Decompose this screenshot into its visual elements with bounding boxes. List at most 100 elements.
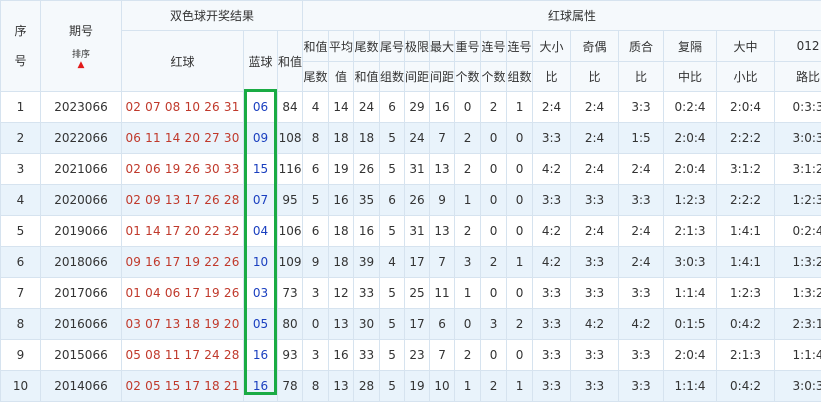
period-cell: 2020066 — [40, 184, 122, 216]
table-row: 8 2016066 03 07 13 18 19 20 05 80 0 13 30 5 17 6 0 3… — [0, 308, 821, 340]
attr-cell-5: 10 — [429, 370, 456, 402]
attr-cell-13: 1:4:1 — [716, 246, 776, 278]
attr-cell-0: 6 — [302, 153, 330, 185]
table-row: 9 2015066 05 08 11 17 24 28 16 93 3 16 33 5 23 7 2 0… — [0, 339, 821, 371]
attr-cell-1: 18 — [328, 215, 355, 247]
attr-header-5-line2: 间距 — [429, 61, 456, 92]
red-balls-cell: 02 06 19 26 30 33 — [121, 153, 244, 185]
attr-cell-5: 7 — [429, 122, 456, 154]
attr-cell-10: 3:3 — [570, 277, 620, 309]
table-row: 10 2014066 02 05 15 17 18 21 16 78 8 13 28 5 19 10… — [0, 370, 821, 402]
blue-ball-cell: 03 — [243, 277, 278, 309]
attr-cell-12: 0:2:4 — [663, 91, 718, 123]
attr-cell-6: 1 — [454, 184, 482, 216]
attr-cell-8: 1 — [506, 91, 534, 123]
attr-cell-4: 31 — [404, 215, 431, 247]
attr-cell-3: 5 — [379, 122, 406, 154]
attr-cell-2: 18 — [353, 122, 381, 154]
attr-header-3-line1: 尾号 — [379, 30, 406, 62]
attr-cell-12: 3:0:3 — [663, 246, 718, 278]
attr-cell-7: 3 — [480, 308, 508, 340]
attr-header-11-line1: 质合 — [618, 30, 665, 62]
sum-cell: 116 — [276, 153, 304, 185]
seq-cell: 2 — [0, 122, 41, 154]
attr-cell-7: 0 — [480, 339, 508, 371]
attr-cell-12: 2:0:4 — [663, 122, 718, 154]
attr-cell-7: 2 — [480, 246, 508, 278]
attr-header-13-line2: 小比 — [716, 61, 776, 92]
attr-cell-1: 12 — [328, 277, 355, 309]
attr-cell-11: 4:2 — [618, 308, 665, 340]
attr-cell-13: 1:4:1 — [716, 215, 776, 247]
attr-cell-6: 2 — [454, 122, 482, 154]
attr-cell-11: 2:4 — [618, 215, 665, 247]
attr-cell-2: 24 — [353, 91, 381, 123]
attr-cell-13: 0:4:2 — [716, 370, 776, 402]
blue-ball-cell: 16 — [243, 370, 278, 402]
attr-header-14-line2: 路比 — [774, 61, 821, 92]
attr-cell-13: 2:2:2 — [716, 184, 776, 216]
attr-cell-4: 25 — [404, 277, 431, 309]
attr-cell-11: 1:5 — [618, 122, 665, 154]
attr-cell-13: 0:4:2 — [716, 308, 776, 340]
attr-cell-3: 5 — [379, 153, 406, 185]
attr-cell-13: 1:2:3 — [716, 277, 776, 309]
attr-cell-8: 0 — [506, 122, 534, 154]
attr-cell-11: 3:3 — [618, 339, 665, 371]
attr-cell-14: 1:2:3 — [774, 184, 821, 216]
blue-ball-cell: 07 — [243, 184, 278, 216]
red-balls-cell: 05 08 11 17 24 28 — [121, 339, 244, 371]
attr-cell-12: 1:2:3 — [663, 184, 718, 216]
attr-cell-8: 0 — [506, 277, 534, 309]
table-body: 1 2023066 02 07 08 10 26 31 06 84 4 14 24 6 29 16 0… — [0, 91, 821, 402]
attr-cell-5: 9 — [429, 184, 456, 216]
table-row: 6 2018066 09 16 17 19 22 26 10 109 9 18 39 4 17 7 3… — [0, 246, 821, 278]
attr-cell-2: 16 — [353, 215, 381, 247]
attr-cell-2: 28 — [353, 370, 381, 402]
attr-cell-12: 2:1:3 — [663, 215, 718, 247]
attr-cell-12: 1:1:4 — [663, 370, 718, 402]
attr-cell-6: 2 — [454, 153, 482, 185]
red-balls-cell: 01 14 17 20 22 32 — [121, 215, 244, 247]
attr-cell-12: 0:1:5 — [663, 308, 718, 340]
attr-header-4-line1: 极限 — [404, 30, 431, 62]
sort-button[interactable]: 排序 ▲ — [42, 49, 121, 70]
attr-cell-0: 9 — [302, 246, 330, 278]
attr-header-7-line1: 连号 — [480, 30, 508, 62]
attr-cell-3: 5 — [379, 277, 406, 309]
attr-cell-0: 8 — [302, 370, 330, 402]
table-row: 3 2021066 02 06 19 26 30 33 15 116 6 19 26 5 31 13… — [0, 153, 821, 185]
attr-header-0-line2: 尾数 — [302, 61, 330, 92]
table-row: 5 2019066 01 14 17 20 22 32 04 106 6 18 16 5 31 13… — [0, 215, 821, 247]
red-balls-cell: 02 09 13 17 26 28 — [121, 184, 244, 216]
attr-cell-3: 5 — [379, 308, 406, 340]
seq-header-label: 序号 — [14, 24, 27, 68]
red-balls-cell: 03 07 13 18 19 20 — [121, 308, 244, 340]
sum-cell: 78 — [276, 370, 304, 402]
attr-cell-13: 2:0:4 — [716, 91, 776, 123]
attr-cell-9: 2:4 — [532, 91, 572, 123]
period-cell: 2014066 — [40, 370, 122, 402]
attr-header-9-line1: 大小 — [532, 30, 572, 62]
attr-cell-10: 4:2 — [570, 308, 620, 340]
lottery-history-panel: 序号 期号 排序 ▲ 双色球开奖结果 红球属性 红球 蓝球 和值 和值 平均 尾数尾… — [0, 0, 821, 406]
attr-header-12-line1: 复隔 — [663, 30, 718, 62]
attr-cell-2: 33 — [353, 277, 381, 309]
attr-cell-12: 1:1:4 — [663, 277, 718, 309]
red-balls-cell: 06 11 14 20 27 30 — [121, 122, 244, 154]
attr-header-0-line1: 和值 — [302, 30, 330, 62]
attr-cell-1: 16 — [328, 184, 355, 216]
attr-cell-4: 24 — [404, 122, 431, 154]
attr-cell-3: 5 — [379, 370, 406, 402]
header-row-2: 红球 蓝球 和值 和值 平均 尾数 尾号 极限 最大 重号 连号 连号 大小 奇偶 质合 复隔 大中 012 — [1, 30, 821, 92]
attr-header-7-line2: 个数 — [480, 61, 508, 92]
attr-header-8-line1: 连号 — [506, 30, 534, 62]
attr-cell-10: 3:3 — [570, 246, 620, 278]
sum-cell: 109 — [276, 246, 304, 278]
attr-cell-2: 26 — [353, 153, 381, 185]
attr-cell-9: 3:3 — [532, 339, 572, 371]
attr-cell-14: 0:2:4 — [774, 215, 821, 247]
blue-ball-cell: 16 — [243, 339, 278, 371]
blue-ball-cell: 05 — [243, 308, 278, 340]
period-cell: 2016066 — [40, 308, 122, 340]
